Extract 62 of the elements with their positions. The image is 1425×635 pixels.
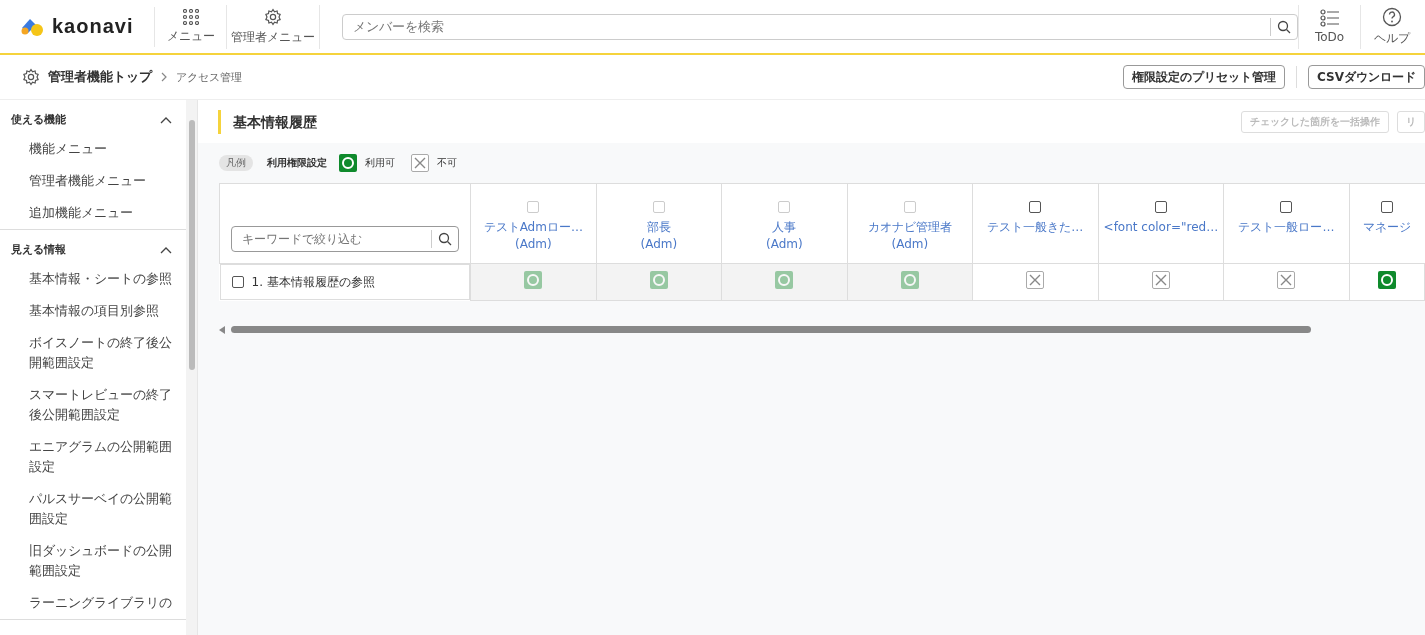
grid-icon (182, 8, 199, 25)
gear-icon (22, 68, 40, 86)
column-header-link[interactable]: マネージ (1351, 219, 1423, 236)
search-icon[interactable] (1277, 19, 1291, 34)
chevron-icon (160, 115, 172, 124)
gear-icon (264, 7, 282, 26)
sidebar-item[interactable]: スマートレビューの終了後公開範囲設定 (0, 379, 186, 431)
sidebar-item[interactable]: ラーニングライブラリの (0, 587, 186, 619)
sidebar-section-header[interactable]: 見える情報 (0, 230, 186, 263)
denied-icon[interactable] (1277, 270, 1296, 289)
column-checkbox[interactable] (1154, 201, 1167, 213)
toolbar-button[interactable]: CSVダウンロード (1308, 65, 1425, 89)
sidebar-item[interactable]: 管理者機能メニュー (0, 165, 186, 197)
nav-button[interactable]: メニュー (155, 4, 227, 49)
breadcrumb-link[interactable]: アクセス管理 (176, 69, 242, 85)
row-checkbox[interactable] (231, 276, 244, 288)
denied-icon[interactable] (1026, 270, 1045, 289)
scroll-left-icon[interactable] (219, 325, 225, 334)
legend-tag: 凡例 (219, 155, 253, 171)
section-title: 基本情報履歴 (218, 109, 317, 134)
column-subtitle: (Adm) (639, 236, 679, 253)
member-search-field[interactable]: メンバーを検索 (342, 13, 1298, 40)
sidebar-item[interactable]: パルスサーベイの公開範囲設定 (0, 483, 186, 535)
sidebar-item[interactable]: エニアグラムの公開範囲設定 (0, 431, 186, 483)
nav-button[interactable]: ToDo (1298, 4, 1360, 49)
column-checkbox[interactable] (1381, 201, 1394, 213)
column-checkbox[interactable] (1029, 201, 1042, 213)
member-search-input[interactable]: メンバーを検索 (343, 19, 1270, 34)
keyword-filter-input[interactable]: キーワードで絞り込む (232, 232, 432, 246)
sidebar-item[interactable]: ボイスノートの終了後公開範囲設定 (0, 327, 186, 379)
legend-label: 利用可 (365, 156, 395, 170)
allowed-icon (339, 154, 357, 172)
help-icon (1381, 6, 1402, 27)
chevron-icon (160, 245, 172, 254)
logo-text: kaonavi (52, 15, 134, 38)
sidebar-section-header[interactable]: 使える機能 (0, 100, 186, 133)
sidebar-item[interactable]: 機能メニュー (0, 133, 186, 165)
vertical-scrollbar[interactable] (186, 100, 197, 635)
sidebar-item[interactable]: 旧ダッシュボードの公開範囲設定 (0, 535, 186, 587)
denied-icon[interactable] (1151, 270, 1170, 289)
nav-button[interactable]: 管理者メニュー (227, 4, 320, 49)
checklist-icon (1319, 9, 1340, 27)
allowed-icon[interactable] (1377, 270, 1396, 289)
sidebar-item[interactable]: 基本情報の項目別参照 (0, 295, 186, 327)
chevron-right-icon (160, 72, 168, 82)
breadcrumb-link[interactable]: 管理者機能トップ (48, 68, 152, 86)
keyword-filter-field[interactable]: キーワードで絞り込む (231, 226, 460, 252)
column-checkbox[interactable] (1280, 201, 1293, 213)
column-subtitle: (Adm) (890, 236, 930, 253)
search-icon[interactable] (438, 232, 453, 246)
column-header-link[interactable]: テスト一般きた… (975, 219, 1096, 236)
denied-icon (411, 154, 429, 172)
toolbar-button[interactable]: 権限設定のプリセット管理 (1123, 65, 1286, 89)
column-subtitle: (Adm) (513, 236, 553, 253)
legend-label: 不可 (437, 156, 457, 170)
column-subtitle: (Adm) (765, 236, 804, 253)
column-header-link[interactable]: テスト一般ロー… (1226, 219, 1347, 236)
row-label: 1. 基本情報履歴の参照 (251, 273, 375, 291)
legend-title: 利用権限設定 (267, 156, 327, 170)
sidebar-item[interactable]: 追加機能メニュー (0, 197, 186, 229)
nav-button[interactable]: ヘルプ (1360, 4, 1422, 49)
sidebar-item[interactable]: 基本情報・シートの参照 (0, 263, 186, 295)
